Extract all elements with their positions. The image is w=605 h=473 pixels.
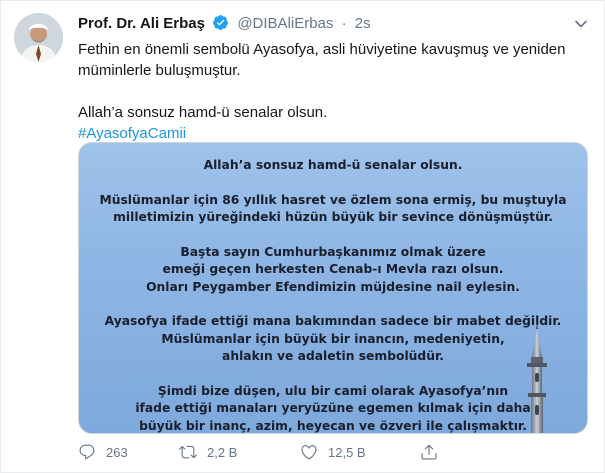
- hashtag-link[interactable]: #AyasofyaCamii: [78, 123, 588, 144]
- image-text-line: emeği geçen herkesten Cenab-ı Mevla razı…: [162, 262, 504, 276]
- separator-dot: ·: [341, 15, 347, 32]
- tweet-text-line: müminlerle buluşmuştur.: [78, 62, 241, 79]
- avatar[interactable]: [14, 13, 63, 62]
- retweet-count: 2,2 B: [207, 444, 238, 460]
- image-text-line: Müslümanlar için 86 yıllık hasret ve özl…: [99, 192, 567, 207]
- tweet-text: Fethin en önemli sembolü Ayasofya, asli …: [78, 39, 588, 144]
- minaret-illustration: [509, 323, 565, 433]
- verified-badge-icon: [212, 14, 229, 38]
- share-icon: [421, 444, 437, 460]
- tweet-actions: 263 2,2 B 12,5 B: [78, 441, 588, 463]
- tweet-timestamp[interactable]: 2s: [355, 15, 371, 32]
- reply-count: 263: [106, 444, 128, 460]
- tweet[interactable]: Prof. Dr. Ali Erbaş @DIBAliErbas · 2s Fe…: [0, 0, 605, 473]
- chevron-down-icon[interactable]: [574, 17, 588, 31]
- reply-icon: [79, 444, 95, 460]
- tweet-text-line: Allah’a sonsuz hamd-ü senalar olsun.: [78, 104, 328, 121]
- tweet-image[interactable]: Allah’a sonsuz hamd-ü senalar olsun. Müs…: [78, 142, 588, 434]
- image-text-line: milletimizin yüreğindeki hüzün büyük bir…: [113, 210, 553, 224]
- share-button[interactable]: [420, 441, 448, 463]
- author-name[interactable]: Prof. Dr. Ali Erbaş: [78, 15, 205, 32]
- image-text-line: Başta sayın Cumhurbaşkanımız olmak üzere: [180, 244, 486, 259]
- reply-button[interactable]: 263: [78, 441, 128, 463]
- image-paragraph: Allah’a sonsuz hamd-ü senalar olsun.: [79, 157, 587, 175]
- image-paragraph: Başta sayın Cumhurbaşkanımız olmak üzere…: [79, 244, 587, 297]
- image-paragraph: Müslümanlar için 86 yıllık hasret ve özl…: [79, 192, 587, 227]
- like-count: 12,5 B: [328, 444, 366, 460]
- image-text-line: Onları Peygamber Efendimizin müjdesine n…: [146, 279, 520, 294]
- heart-icon: [301, 445, 317, 460]
- author-handle[interactable]: @DIBAliErbas: [237, 15, 333, 32]
- tweet-header: Prof. Dr. Ali Erbaş @DIBAliErbas · 2s: [78, 13, 594, 35]
- image-text-line: Allah’a sonsuz hamd-ü senalar olsun.: [203, 158, 463, 172]
- tweet-text-line: Fethin en önemli sembolü Ayasofya, asli …: [78, 41, 566, 58]
- retweet-button[interactable]: 2,2 B: [179, 441, 237, 463]
- retweet-icon: [179, 445, 197, 459]
- like-button[interactable]: 12,5 B: [300, 441, 366, 463]
